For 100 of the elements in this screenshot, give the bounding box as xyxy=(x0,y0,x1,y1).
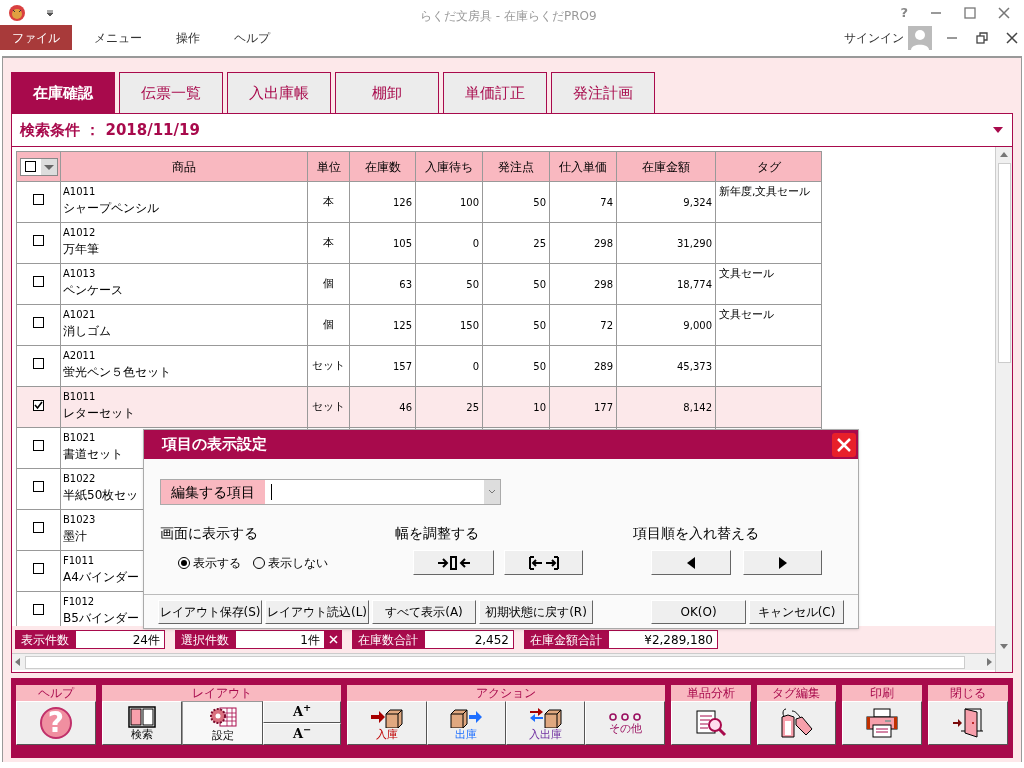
table-row[interactable]: A1021 消しゴム 個 125 150 50 72 9,000 文具セール xyxy=(16,304,822,346)
scroll-up-icon[interactable] xyxy=(999,151,1009,159)
menu-item[interactable]: ファイル xyxy=(0,25,72,50)
row-checkbox[interactable] xyxy=(33,521,44,533)
row-checkbox[interactable] xyxy=(33,562,44,574)
column-header[interactable]: 商品 xyxy=(60,151,308,182)
search-button[interactable]: 検索 xyxy=(101,701,183,745)
column-header[interactable]: 発注点 xyxy=(482,151,550,182)
radio-label[interactable]: 表示する xyxy=(193,554,241,572)
column-header[interactable]: 入庫待ち xyxy=(415,151,483,182)
table-cell: 289 xyxy=(593,360,613,372)
row-checkbox[interactable] xyxy=(33,234,44,246)
table-cell: 8,142 xyxy=(683,401,712,413)
stock-out-button[interactable]: 出庫 xyxy=(426,701,506,745)
product-code: B1022 xyxy=(63,472,96,486)
table-row[interactable]: A1013 ペンケース 個 63 50 50 298 18,774 文具セール xyxy=(16,263,822,305)
menu-item[interactable]: メニュー xyxy=(82,25,154,50)
footer-button[interactable]: レイアウト保存(S) xyxy=(158,599,262,624)
row-checkbox[interactable] xyxy=(33,316,44,328)
footer-button[interactable]: すべて表示(A) xyxy=(372,599,476,624)
radio-button[interactable] xyxy=(178,557,190,569)
item-combobox[interactable]: 編集する項目 xyxy=(160,479,501,505)
footer-button[interactable]: 初期状態に戻す(R) xyxy=(479,599,593,624)
table-cell: 72 xyxy=(600,319,613,331)
column-header[interactable]: 仕入単価 xyxy=(549,151,617,182)
menu-item[interactable]: 操作 xyxy=(164,25,212,50)
scroll-right-icon[interactable] xyxy=(985,657,993,667)
select-all-control[interactable] xyxy=(19,157,58,176)
window-title: らくだ文房具 - 在庫らくだPRO9 xyxy=(420,8,597,25)
ok-button[interactable]: OK(O) xyxy=(651,599,746,624)
more-button[interactable]: その他 xyxy=(585,701,665,745)
table-cell: 177 xyxy=(593,401,613,413)
tab[interactable]: 伝票一覧 xyxy=(119,72,223,113)
product-code: A2011 xyxy=(63,349,96,363)
settings-button[interactable]: 設定 xyxy=(182,701,263,745)
tab[interactable]: 入出庫帳 xyxy=(227,72,331,113)
toolbar-group-title: レイアウト xyxy=(101,685,342,701)
cancel-button[interactable]: キャンセル(C) xyxy=(749,599,844,624)
restore-icon[interactable] xyxy=(976,31,988,44)
radio-label[interactable]: 表示しない xyxy=(268,554,328,572)
dropdown-caret-icon[interactable] xyxy=(992,126,1004,134)
tab[interactable]: 発注計画 xyxy=(551,72,655,113)
maximize-icon[interactable] xyxy=(964,6,976,19)
scroll-left-icon[interactable] xyxy=(14,657,22,667)
close-icon[interactable] xyxy=(1006,31,1018,44)
menu-item[interactable]: ヘルプ xyxy=(222,25,282,50)
stock-in-button[interactable]: 入庫 xyxy=(347,701,427,745)
table-row[interactable]: A1011 シャープペンシル 本 126 100 50 74 9,324 新年度,文具セール xyxy=(16,181,822,223)
sign-in-link[interactable]: サインイン xyxy=(844,28,904,47)
column-header[interactable]: 在庫金額 xyxy=(616,151,716,182)
print-button[interactable] xyxy=(842,701,923,745)
clear-icon[interactable] xyxy=(329,635,338,644)
move-left-button[interactable] xyxy=(651,550,731,575)
table-cell: 50 xyxy=(533,360,546,372)
table-cell: 45,373 xyxy=(677,360,712,372)
chevron-down-icon[interactable] xyxy=(488,489,496,495)
analysis-button[interactable] xyxy=(670,701,751,745)
clear-selection-button[interactable] xyxy=(325,630,342,649)
caret-icon[interactable] xyxy=(40,158,57,175)
section-label: 画面に表示する xyxy=(160,524,258,543)
scroll-down-icon[interactable] xyxy=(999,642,1009,650)
radio-button[interactable] xyxy=(253,557,265,569)
table-cell: 個 xyxy=(323,276,334,290)
row-checkbox[interactable] xyxy=(33,480,44,492)
table-row[interactable]: A1012 万年筆 本 105 0 25 298 31,290 xyxy=(16,222,822,264)
row-checkbox[interactable] xyxy=(33,439,44,451)
move-right-button[interactable] xyxy=(743,550,822,575)
table-row[interactable]: B1011 レターセット セット 46 25 10 177 8,142 xyxy=(16,386,822,428)
help-glyph[interactable]: ? xyxy=(900,2,908,23)
column-header[interactable]: 単位 xyxy=(307,151,350,182)
stock-inout-button[interactable]: 入出庫 xyxy=(506,701,586,745)
close-icon[interactable] xyxy=(998,6,1010,19)
widen-width-icon[interactable] xyxy=(527,555,560,570)
tab[interactable]: 棚卸 xyxy=(335,72,439,113)
row-checkbox[interactable] xyxy=(33,275,44,287)
horizontal-scrollbar[interactable] xyxy=(12,653,995,670)
row-checkbox[interactable] xyxy=(33,357,44,369)
column-header[interactable]: 在庫数 xyxy=(349,151,416,182)
left-triangle-icon[interactable] xyxy=(686,555,696,570)
vertical-scrollbar[interactable] xyxy=(995,147,1012,672)
row-checkbox[interactable] xyxy=(33,603,44,615)
tab[interactable]: 単価訂正 xyxy=(443,72,547,113)
tab[interactable]: 在庫確認 xyxy=(11,72,115,113)
row-checkbox[interactable] xyxy=(33,193,44,205)
select-all-checkbox[interactable] xyxy=(25,161,36,172)
product-name: レターセット xyxy=(63,405,135,422)
table-row[interactable]: A2011 蛍光ペン５色セット セット 157 0 50 289 45,373 xyxy=(16,345,822,387)
row-checkbox[interactable] xyxy=(33,399,44,411)
column-header[interactable]: タグ xyxy=(715,151,822,182)
footer-button[interactable]: レイアウト読込(L) xyxy=(265,599,369,624)
font-smaller-button[interactable]: A$^{−}$ xyxy=(262,723,342,745)
right-triangle-icon[interactable] xyxy=(777,555,788,570)
narrow-width-button[interactable] xyxy=(413,550,494,575)
widen-width-button[interactable] xyxy=(504,550,583,575)
font-larger-button[interactable]: A$^{+}$ xyxy=(262,701,342,723)
quick-access-caret-icon[interactable] xyxy=(46,8,54,17)
narrow-width-icon[interactable] xyxy=(436,555,471,570)
table-cell: 298 xyxy=(593,237,613,249)
exit-button[interactable] xyxy=(928,701,1008,745)
tag-button[interactable] xyxy=(756,701,837,745)
